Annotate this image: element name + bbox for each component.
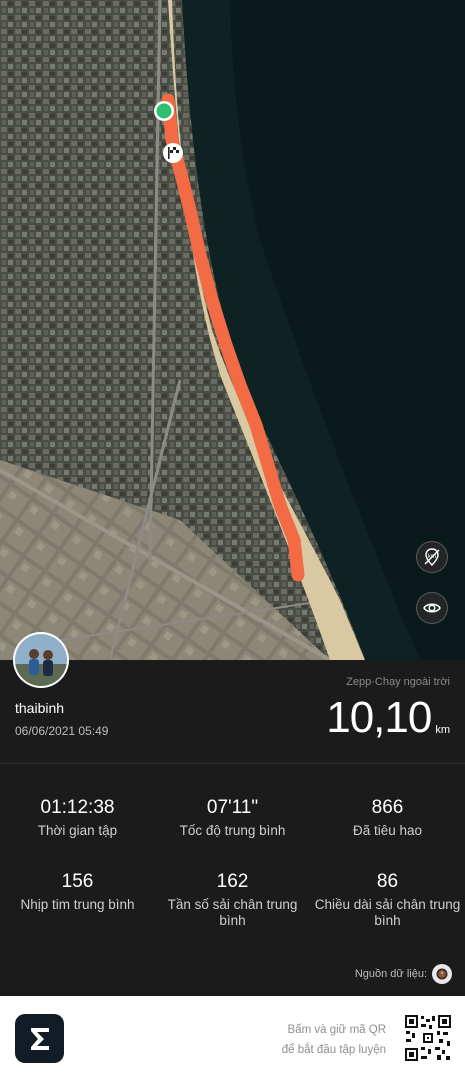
stat-avg-cadence: 162 Tần số sải chân trung bình [155, 871, 310, 929]
distance-unit: km [435, 724, 450, 736]
activity-type: Zepp·Chạy ngoài trời [346, 676, 450, 688]
start-point-icon [154, 101, 174, 121]
km-marker-toggle-button[interactable]: km [416, 541, 448, 573]
qr-code-icon[interactable] [404, 1014, 452, 1062]
stat-label: Tốc độ trung bình [179, 823, 286, 838]
stat-label: Tần số sải chân trung bình [167, 897, 298, 928]
stat-label: Chiều dài sải chân trung bình [314, 897, 461, 928]
distance-value: 10,10 [326, 693, 432, 742]
stat-avg-pace: 07'11" Tốc độ trung bình [155, 797, 310, 839]
avatar[interactable] [13, 632, 69, 688]
finish-flag-icon [163, 143, 183, 163]
data-source-label: Nguồn dữ liệu: [354, 968, 427, 980]
stat-calories: 866 Đã tiêu hao [310, 797, 465, 839]
km-marker-icon: km [424, 548, 440, 566]
watch-icon [432, 964, 452, 984]
divider [0, 763, 465, 764]
data-source: Nguồn dữ liệu: [355, 964, 452, 984]
stat-value: 866 [371, 797, 404, 818]
stat-value: 162 [216, 871, 249, 892]
stat-label: Thời gian tập [37, 823, 118, 838]
share-footer: Bấm và giữ mã QR để bắt đầu tập luyện [0, 996, 465, 1080]
satellite-map [0, 0, 465, 660]
avatar-photo [15, 634, 67, 686]
workout-datetime: 06/06/2021 05:49 [15, 724, 109, 738]
stat-duration: 01:12:38 Thời gian tập [0, 797, 155, 839]
qr-line-2: để bắt đầu tập luyện [281, 1044, 386, 1056]
stat-value: 01:12:38 [40, 797, 115, 818]
qr-line-1: Bấm và giữ mã QR [287, 1024, 386, 1036]
show-map-toggle-button[interactable] [416, 592, 448, 624]
eye-icon [423, 603, 441, 613]
stat-value: 07'11" [206, 797, 259, 818]
route-map[interactable]: km [0, 0, 465, 660]
stat-avg-stride: 86 Chiều dài sải chân trung bình [310, 871, 465, 929]
qr-instructions: Bấm và giữ mã QR để bắt đầu tập luyện [282, 1020, 386, 1060]
stat-value: 86 [376, 871, 399, 892]
stat-label: Đã tiêu hao [352, 823, 423, 838]
stat-label: Nhịp tim trung bình [20, 897, 135, 912]
stat-value: 156 [61, 871, 94, 892]
total-distance: 10,10 km [326, 694, 450, 742]
zepp-logo-icon [15, 1014, 64, 1063]
stat-avg-heart-rate: 156 Nhịp tim trung bình [0, 871, 155, 913]
username: thaibinh [15, 700, 65, 716]
